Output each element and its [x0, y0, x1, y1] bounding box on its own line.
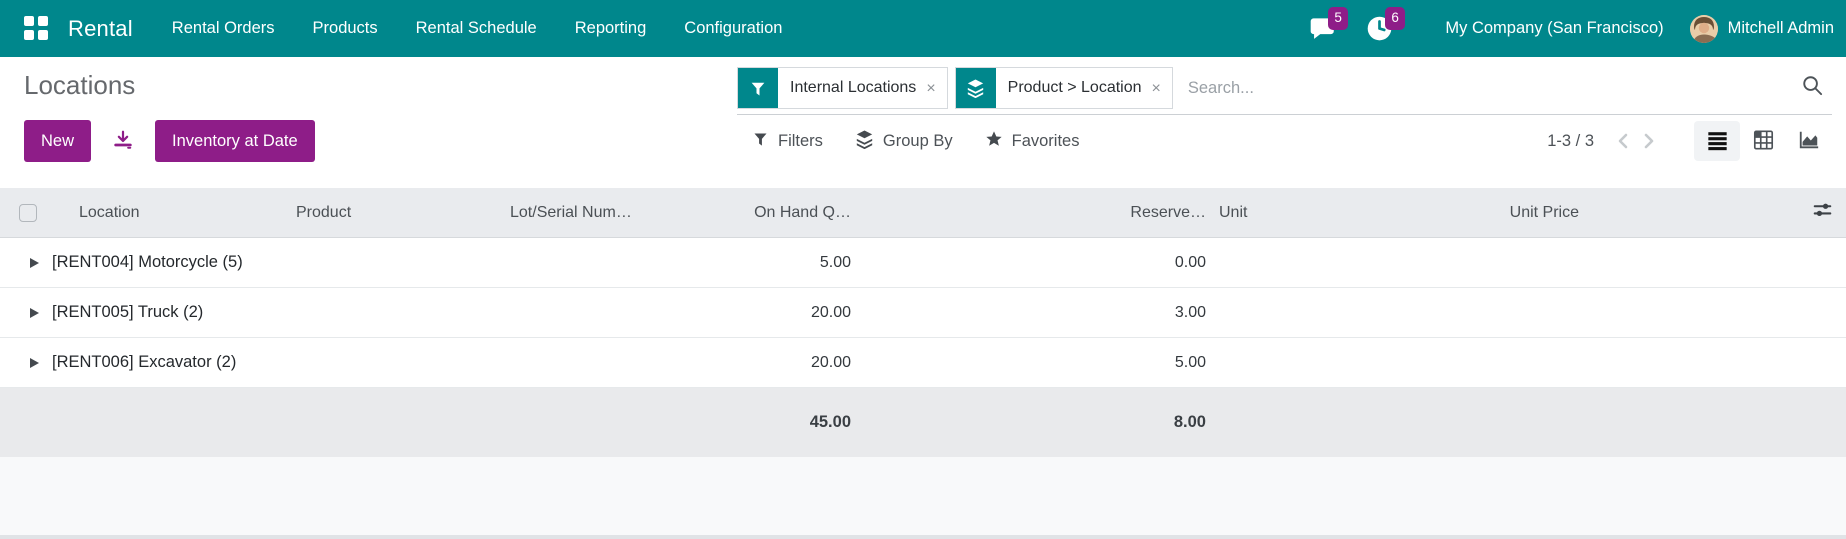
search-options: Filters Group By Favorites [752, 120, 1079, 162]
group-by-layers-icon [955, 68, 996, 108]
column-header-unit-price[interactable]: Unit Price [1376, 204, 1591, 222]
messages-button[interactable]: 5 [1309, 7, 1348, 42]
on-hand-qty: 5.00 [819, 253, 851, 271]
group-label: [RENT004] Motorcycle (5) [52, 253, 243, 271]
expand-caret-icon[interactable] [30, 307, 39, 318]
user-avatar [1689, 14, 1718, 43]
new-button[interactable]: New [24, 120, 92, 162]
column-header-location[interactable]: Location [56, 204, 291, 222]
table-header-row: Location Product Lot/Serial Num… On Hand… [0, 188, 1846, 238]
filters-funnel-icon [752, 130, 769, 152]
reserved-qty: 5.00 [1174, 353, 1206, 371]
menu-products[interactable]: Products [313, 19, 378, 38]
select-all-checkbox[interactable] [19, 203, 37, 222]
favorites-label: Favorites [1011, 131, 1080, 150]
group-label: [RENT006] Excavator (2) [52, 353, 237, 371]
reserved-qty: 3.00 [1174, 303, 1206, 321]
facet-remove-icon[interactable]: × [926, 68, 946, 108]
search-bar: Internal Locations × Product > Location … [737, 67, 1832, 115]
menu-configuration[interactable]: Configuration [684, 19, 782, 38]
inventory-at-date-button[interactable]: Inventory at Date [155, 120, 315, 162]
header-checkbox-cell [0, 203, 56, 222]
filter-funnel-icon [738, 68, 778, 108]
export-download-button[interactable] [91, 120, 155, 162]
activities-button[interactable]: 6 [1366, 7, 1405, 42]
group-row-rent005[interactable]: [RENT005] Truck (2) 20.00 3.00 [0, 288, 1846, 338]
clock-icon [1366, 16, 1393, 46]
app-brand[interactable]: Rental [68, 16, 133, 42]
user-name: Mitchell Admin [1727, 19, 1834, 37]
bottom-edge [0, 535, 1846, 539]
optional-columns-sliders-icon[interactable] [1812, 200, 1833, 226]
download-icon [112, 129, 134, 154]
pager-and-views: 1-3 / 3 [1547, 120, 1832, 162]
pager-nav [1616, 131, 1656, 151]
search-input[interactable] [1179, 78, 1801, 98]
filters-button[interactable]: Filters [752, 130, 823, 152]
menu-rental-schedule[interactable]: Rental Schedule [416, 19, 537, 38]
group-cell: [RENT006] Excavator (2) [0, 353, 721, 372]
search-facet-product-location: Product > Location × [954, 67, 1173, 109]
expand-caret-icon[interactable] [30, 257, 39, 268]
column-header-product[interactable]: Product [291, 204, 506, 222]
pager[interactable]: 1-3 / 3 [1547, 132, 1594, 151]
main-menu: Rental Orders Products Rental Schedule R… [172, 19, 783, 38]
facet-label: Internal Locations [790, 79, 917, 96]
company-switcher[interactable]: My Company (San Francisco) [1445, 19, 1663, 38]
graph-view-icon [1797, 129, 1821, 154]
menu-rental-orders[interactable]: Rental Orders [172, 19, 275, 38]
column-header-lot-serial[interactable]: Lot/Serial Num… [506, 204, 721, 222]
graph-view-button[interactable] [1786, 121, 1832, 161]
facet-label: Product > Location [1007, 79, 1142, 96]
pager-previous-icon[interactable] [1616, 131, 1630, 151]
pager-next-icon[interactable] [1642, 131, 1656, 151]
group-by-layers-icon [855, 129, 874, 154]
group-cell: [RENT004] Motorcycle (5) [0, 253, 721, 272]
total-on-hand: 45.00 [809, 413, 851, 431]
group-by-button[interactable]: Group By [855, 129, 953, 154]
apps-grid-icon[interactable] [24, 16, 49, 41]
navbar-systray: 5 6 My Company (San Francisco) Mitchell … [1309, 7, 1834, 43]
action-buttons: New Inventory at Date [24, 120, 315, 162]
control-panel: Locations Internal Locations × Product >… [0, 57, 1846, 188]
table-totals-row: 45.00 8.00 [0, 388, 1846, 457]
control-panel-buttons-row: New Inventory at Date Filters Group By F… [0, 120, 1846, 162]
search-magnifier-icon [1801, 74, 1824, 102]
group-by-label: Group By [882, 131, 953, 150]
activities-badge: 6 [1385, 7, 1405, 30]
rental-app-screen: Rental Rental Orders Products Rental Sch… [0, 0, 1846, 539]
pivot-view-button[interactable] [1740, 121, 1786, 161]
column-header-unit[interactable]: Unit [1216, 204, 1376, 222]
empty-area [0, 457, 1846, 535]
reserved-qty: 0.00 [1174, 253, 1206, 271]
column-header-on-hand[interactable]: On Hand Q… [721, 204, 861, 222]
messages-badge: 5 [1328, 7, 1348, 30]
total-reserved: 8.00 [1173, 413, 1206, 431]
locations-list-view: Location Product Lot/Serial Num… On Hand… [0, 188, 1846, 457]
filters-label: Filters [778, 131, 823, 150]
header-filler-cell [1591, 200, 1846, 226]
user-menu[interactable]: Mitchell Admin [1689, 14, 1834, 43]
pivot-view-icon [1752, 129, 1775, 154]
list-view-icon [1706, 129, 1729, 154]
column-header-reserved[interactable]: Reserve… [861, 204, 1216, 222]
facet-remove-icon[interactable]: × [1152, 68, 1172, 108]
favorites-button[interactable]: Favorites [985, 130, 1080, 153]
group-label: [RENT005] Truck (2) [52, 303, 204, 321]
list-view-button[interactable] [1694, 121, 1740, 161]
group-cell: [RENT005] Truck (2) [0, 303, 721, 322]
search-facet-internal-locations: Internal Locations × [737, 67, 948, 109]
expand-caret-icon[interactable] [30, 357, 39, 368]
menu-reporting[interactable]: Reporting [575, 19, 647, 38]
group-row-rent004[interactable]: [RENT004] Motorcycle (5) 5.00 0.00 [0, 238, 1846, 288]
group-row-rent006[interactable]: [RENT006] Excavator (2) 20.00 5.00 [0, 338, 1846, 388]
page-title: Locations [24, 70, 136, 100]
on-hand-qty: 20.00 [810, 353, 851, 371]
chat-bubble-icon [1309, 18, 1336, 46]
star-icon [985, 130, 1003, 153]
top-navbar: Rental Rental Orders Products Rental Sch… [0, 0, 1846, 57]
on-hand-qty: 20.00 [810, 303, 851, 321]
